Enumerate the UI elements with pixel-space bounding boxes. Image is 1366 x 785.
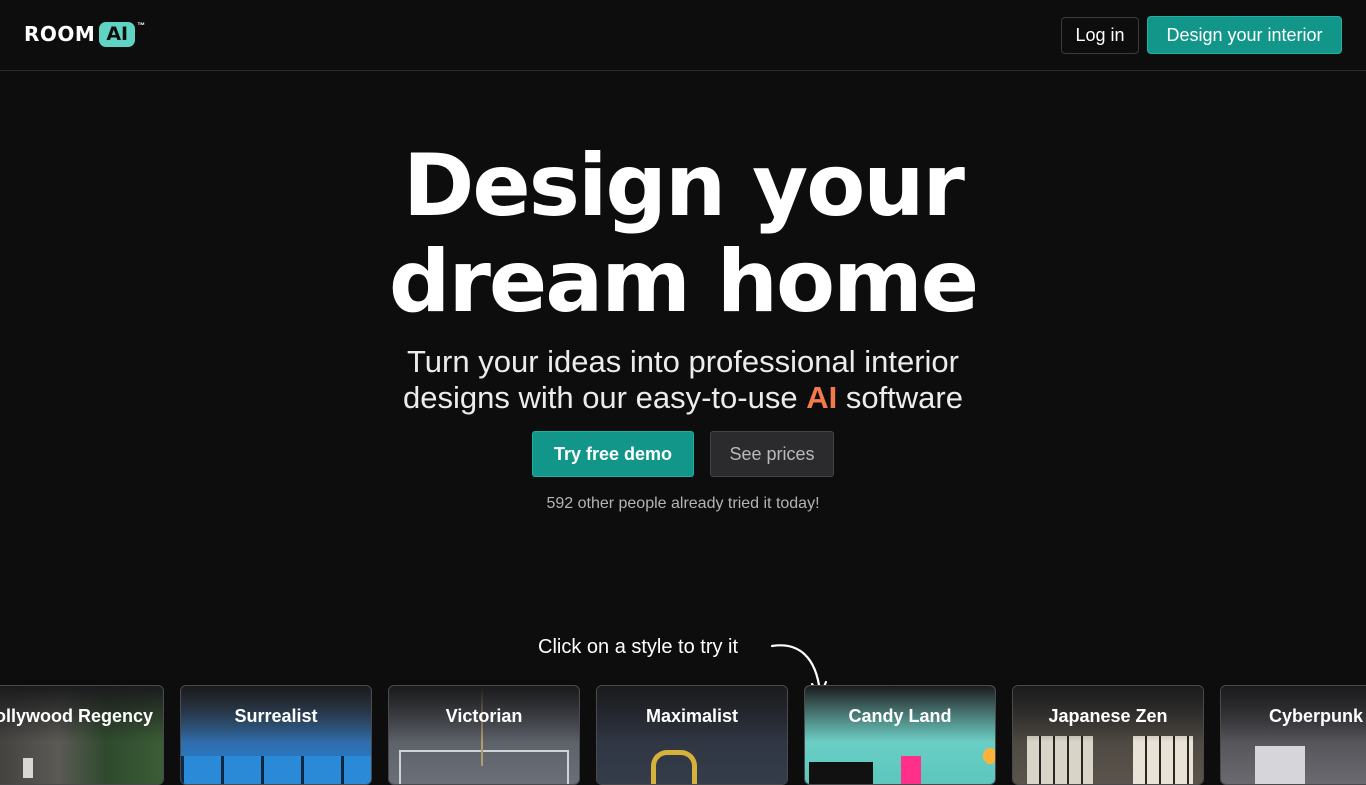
style-card-label: Victorian bbox=[445, 706, 523, 726]
subtitle-ai-highlight: AI bbox=[806, 380, 838, 415]
room-ai-logo[interactable]: ROOM AI ™ bbox=[24, 20, 145, 48]
login-button[interactable]: Log in bbox=[1061, 17, 1139, 54]
style-card-cyberpunk[interactable]: Cyberpunk bbox=[1220, 685, 1366, 785]
style-card-label: Cyberpunk bbox=[1269, 706, 1364, 726]
social-proof-text: 592 other people already tried it today! bbox=[546, 495, 820, 512]
style-card-japanese-zen[interactable]: Japanese Zen bbox=[1012, 685, 1204, 785]
design-your-interior-button[interactable]: Design your interior bbox=[1147, 16, 1342, 54]
logo-wordmark: ROOM bbox=[24, 22, 96, 46]
style-card-label: ollywood Regency bbox=[0, 706, 153, 726]
style-card-victorian[interactable]: Victorian bbox=[388, 685, 580, 785]
try-free-demo-button[interactable]: Try free demo bbox=[532, 431, 694, 477]
style-card-label: Surrealist bbox=[234, 706, 318, 726]
top-navbar: ROOM AI ™ Log in Design your interior bbox=[0, 0, 1366, 71]
style-card-maximalist[interactable]: Maximalist bbox=[596, 685, 788, 785]
subtitle-text-a: designs with our easy-to-use bbox=[402, 380, 798, 415]
style-card-candy-land[interactable]: Candy Land bbox=[804, 685, 996, 785]
logo-trademark: ™ bbox=[137, 20, 146, 30]
hero-subtitle: Turn your ideas into professional interi… bbox=[0, 344, 1366, 416]
style-card-label: Japanese Zen bbox=[1048, 706, 1168, 726]
hero-title-line-1: Design your bbox=[403, 136, 965, 236]
hero-title-line-2: dream home bbox=[388, 232, 979, 332]
subtitle-text-b: software bbox=[845, 380, 963, 415]
logo-ai-badge: AI bbox=[99, 21, 136, 47]
hero-subtitle-line-2: designs with our easy-to-use AI software bbox=[0, 380, 1366, 416]
hero-subtitle-line-1: Turn your ideas into professional interi… bbox=[407, 344, 959, 379]
style-card-hollywood-regency[interactable]: ollywood Regency bbox=[0, 685, 164, 785]
see-prices-button[interactable]: See prices bbox=[710, 431, 834, 477]
hero-title: Design your dream home bbox=[0, 138, 1366, 330]
style-card-label: Candy Land bbox=[848, 706, 952, 726]
style-card-surrealist[interactable]: Surrealist bbox=[180, 685, 372, 785]
style-card-label: Maximalist bbox=[645, 706, 739, 726]
style-hint-text: Click on a style to try it bbox=[538, 636, 739, 658]
